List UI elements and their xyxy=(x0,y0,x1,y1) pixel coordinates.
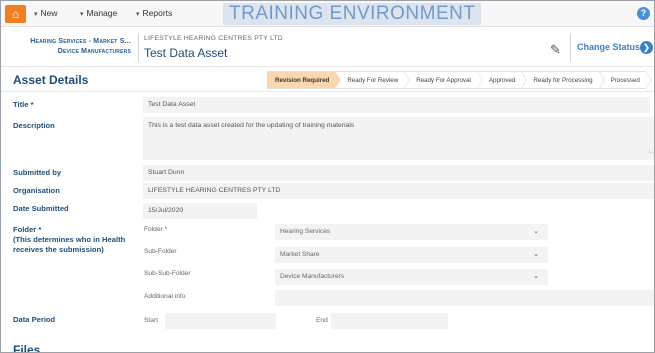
additional-info-field[interactable] xyxy=(275,290,654,306)
date-submitted-field[interactable]: 15/Jul/2020 xyxy=(143,203,257,219)
app-window: ⌂ ▾ New ▾ Manage ▾ Reports TRAINING ENVIRON… xyxy=(0,0,655,353)
new-menu-label: New xyxy=(40,8,58,18)
subfolder-select[interactable]: Market Share ⌄ xyxy=(275,247,548,263)
asset-header: Hearing Services - Market S... Device Ma… xyxy=(1,28,654,67)
folder-note: (This determines who in Health receives … xyxy=(13,235,126,254)
files-section-title: Files xyxy=(13,343,41,353)
environment-banner: TRAINING ENVIRONMENT xyxy=(223,3,482,25)
folder-select-value: Hearing Services xyxy=(280,228,331,235)
breadcrumb[interactable]: Hearing Services - Market S... Device Ma… xyxy=(5,37,131,57)
subsubfolder-select[interactable]: Device Manufacturers ⌄ xyxy=(275,269,548,285)
end-date-field[interactable] xyxy=(331,313,448,329)
status-stepper: Revision Required Ready For Review Ready… xyxy=(267,71,653,89)
section-bar: Asset Details Revision Required Ready Fo… xyxy=(1,68,654,92)
resize-handle-icon[interactable]: ∟ xyxy=(648,145,654,159)
breadcrumb-folder: Hearing Services - Market S... xyxy=(30,38,131,45)
description-field[interactable]: This is a test data asset created for th… xyxy=(143,117,654,160)
help-icon[interactable]: ? xyxy=(637,7,650,20)
manage-menu[interactable]: ▾ Manage xyxy=(80,8,117,18)
additional-info-label: Additional info xyxy=(144,293,186,300)
organisation-label: Organisation xyxy=(13,186,60,195)
breadcrumb-subfolder: Device Manufacturers xyxy=(57,48,131,55)
title-field[interactable]: Test Data Asset xyxy=(143,97,650,113)
date-submitted-label: Date Submitted xyxy=(13,204,69,213)
start-date-field[interactable] xyxy=(165,313,276,329)
arrow-right-icon[interactable]: ❯ xyxy=(640,41,653,54)
change-status-button[interactable]: Change Status xyxy=(577,42,640,52)
submitted-by-field[interactable]: Stuart Dunn xyxy=(143,165,654,181)
new-menu[interactable]: ▾ New xyxy=(34,8,58,18)
folder-select[interactable]: Hearing Services ⌄ xyxy=(275,224,548,240)
title-label: Title * xyxy=(13,100,34,109)
organisation-field[interactable]: LIFESTYLE HEARING CENTRES PTY LTD xyxy=(143,183,654,199)
divider xyxy=(138,33,139,62)
caret-down-icon: ▾ xyxy=(136,11,140,18)
caret-down-icon: ▾ xyxy=(80,11,84,18)
manage-menu-label: Manage xyxy=(86,8,118,18)
reports-menu-label: Reports xyxy=(142,8,173,18)
data-period-label: Data Period xyxy=(13,315,56,324)
description-label: Description xyxy=(13,121,55,130)
submitted-by-label: Submitted by xyxy=(13,168,62,177)
home-icon[interactable]: ⌂ xyxy=(5,5,26,23)
subsubfolder-label: Sub-Sub-Folder xyxy=(144,270,191,277)
chevron-down-icon: ⌄ xyxy=(533,273,539,280)
section-title: Asset Details xyxy=(13,73,89,87)
folder-label: Folder * (This determines who in Health … xyxy=(13,225,135,255)
divider xyxy=(570,33,571,62)
subfolder-label: Sub-Folder xyxy=(144,248,177,255)
start-label: Start xyxy=(144,317,158,324)
folder-select-label: Folder * xyxy=(144,226,168,233)
asset-form: Title * Test Data Asset Description This… xyxy=(1,93,654,353)
chevron-down-icon: ⌄ xyxy=(533,251,539,258)
description-text: This is a test data asset created for th… xyxy=(148,122,355,129)
organisation-name: LIFESTYLE HEARING CENTRES PTY LTD xyxy=(144,35,283,42)
step-ready-for-review: Ready For Review xyxy=(335,71,411,89)
reports-menu[interactable]: ▾ Reports xyxy=(136,8,172,18)
chevron-down-icon: ⌄ xyxy=(533,228,539,235)
step-processed: Processed xyxy=(598,71,653,89)
step-revision-required: Revision Required xyxy=(267,71,342,89)
folder-label-text: Folder * xyxy=(13,225,42,234)
end-label: End xyxy=(316,317,328,324)
top-navigation: ⌂ ▾ New ▾ Manage ▾ Reports TRAINING ENVIRON… xyxy=(1,1,654,27)
subsubfolder-select-value: Device Manufacturers xyxy=(280,273,345,280)
step-approved: Approved xyxy=(476,71,527,89)
step-ready-for-processing: Ready for Processing xyxy=(521,71,605,89)
step-ready-for-approval: Ready For Approval xyxy=(404,71,483,89)
page-title: Test Data Asset xyxy=(144,46,228,60)
pencil-icon[interactable]: ✎ xyxy=(550,43,564,57)
subfolder-select-value: Market Share xyxy=(280,251,320,258)
caret-down-icon: ▾ xyxy=(34,11,38,18)
